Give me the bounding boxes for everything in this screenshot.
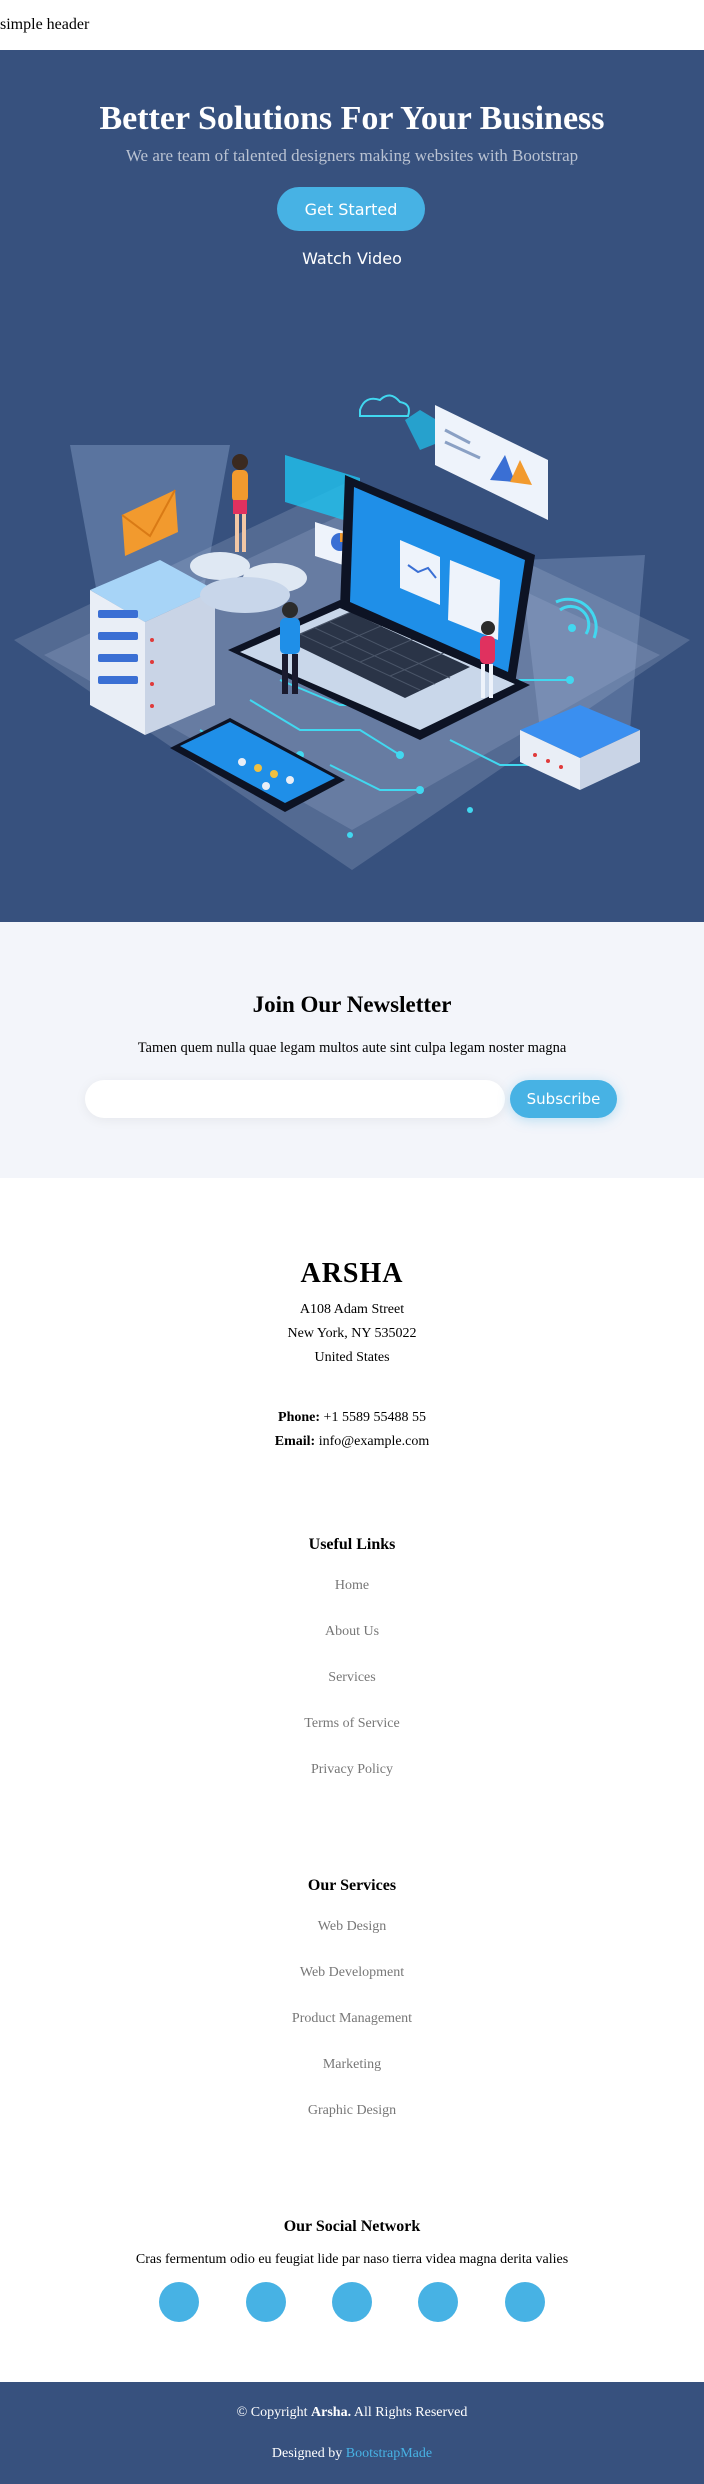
social-network-title: Our Social Network xyxy=(283,2218,421,2235)
linkedin-icon[interactable] xyxy=(505,2282,545,2322)
newsletter-text: Tamen quem nulla quae legam multos aute … xyxy=(137,1040,567,1056)
copyright-text: © Copyright Arsha. All Rights Reserved xyxy=(0,2405,704,2421)
hero-subtitle: We are team of talented designers making… xyxy=(125,146,579,165)
link-web-development[interactable]: Web Development xyxy=(0,1965,704,1981)
copyright-prefix: © Copyright xyxy=(236,2405,308,2420)
link-home[interactable]: Home xyxy=(0,1578,704,1594)
email-label: Email: xyxy=(274,1434,316,1449)
facebook-icon[interactable] xyxy=(246,2282,286,2322)
address-line-2: New York, NY 535022 xyxy=(287,1326,417,1341)
subscribe-button[interactable]: Subscribe xyxy=(510,1080,617,1118)
skype-icon[interactable] xyxy=(418,2282,458,2322)
social-network-section: Our Social Network Cras fermentum odio e… xyxy=(0,2218,704,2267)
credits-prefix: Designed by xyxy=(271,2446,343,2461)
bootstrapmade-link[interactable]: BootstrapMade xyxy=(346,2446,432,2461)
footer-bottom: © Copyright Arsha. All Rights Reserved D… xyxy=(0,2382,704,2484)
address-line-1: A108 Adam Street xyxy=(299,1302,405,1317)
newsletter-form: Subscribe xyxy=(85,1080,619,1120)
link-web-design[interactable]: Web Design xyxy=(0,1919,704,1935)
header-title: simple header xyxy=(0,16,90,33)
social-network-text: Cras fermentum odio eu feugiat lide par … xyxy=(135,2252,569,2267)
email-value: info@example.com xyxy=(318,1434,430,1449)
instagram-icon[interactable] xyxy=(332,2282,372,2322)
newsletter-title: Join Our Newsletter xyxy=(252,992,452,1017)
newsletter-email-input[interactable] xyxy=(85,1080,505,1118)
link-marketing[interactable]: Marketing xyxy=(0,2057,704,2073)
phone-label: Phone: xyxy=(278,1410,321,1425)
link-terms-of-service[interactable]: Terms of Service xyxy=(0,1716,704,1732)
link-about-us[interactable]: About Us xyxy=(0,1624,704,1640)
get-started-button[interactable]: Get Started xyxy=(277,187,425,231)
watch-video-link[interactable]: Watch Video xyxy=(0,249,704,268)
hero-title: Better Solutions For Your Business xyxy=(99,100,605,137)
top-header: simple header xyxy=(0,0,704,50)
link-privacy-policy[interactable]: Privacy Policy xyxy=(0,1762,704,1778)
copyright-suffix: All Rights Reserved xyxy=(353,2405,468,2420)
phone-value: +1 5589 55488 55 xyxy=(323,1410,426,1425)
phone-line: Phone: +1 5589 55488 55 xyxy=(0,1410,704,1426)
twitter-icon[interactable] xyxy=(159,2282,199,2322)
hero-illustration xyxy=(14,394,690,870)
link-services[interactable]: Services xyxy=(0,1670,704,1686)
our-services-title: Our Services xyxy=(307,1877,397,1894)
hero-section: Better Solutions For Your Business We ar… xyxy=(0,50,704,922)
useful-links-title: Useful Links xyxy=(308,1536,396,1553)
useful-links-section: Useful Links Home About Us Services Term… xyxy=(0,1536,704,1777)
newsletter-section: Join Our Newsletter Tamen quem nulla qua… xyxy=(0,922,704,1178)
link-product-management[interactable]: Product Management xyxy=(0,2011,704,2027)
credits-text: Designed by BootstrapMade xyxy=(0,2446,704,2462)
footer-brand: ARSHA xyxy=(300,1258,404,1289)
our-services-section: Our Services Web Design Web Development … xyxy=(0,1877,704,2118)
email-line: Email: info@example.com xyxy=(0,1434,704,1450)
address-line-3: United States xyxy=(314,1350,390,1365)
copyright-brand: Arsha. xyxy=(311,2405,352,2420)
link-graphic-design[interactable]: Graphic Design xyxy=(0,2103,704,2119)
